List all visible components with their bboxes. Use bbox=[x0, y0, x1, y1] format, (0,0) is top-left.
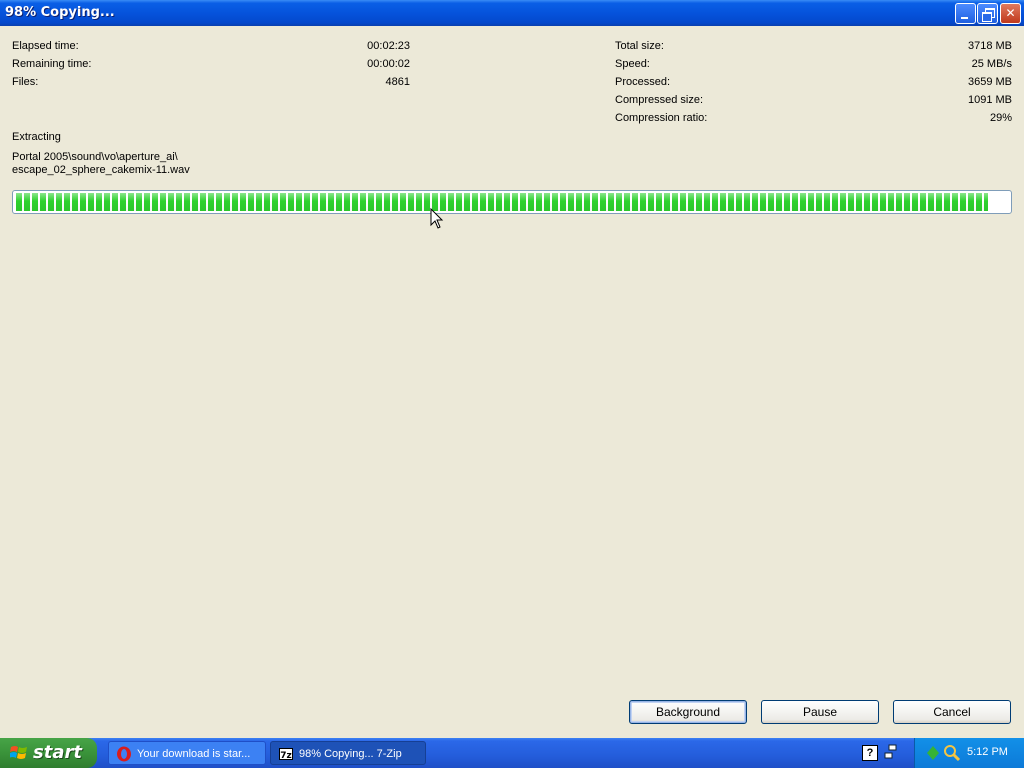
progress-fill bbox=[16, 193, 989, 211]
opera-icon bbox=[117, 746, 131, 762]
taskbar-item-opera[interactable]: Your download is star... bbox=[108, 741, 266, 765]
window-title: 98% Copying... bbox=[5, 5, 115, 20]
stat-value: 00:02:23 bbox=[367, 40, 410, 52]
close-button[interactable]: ✕ bbox=[1000, 3, 1021, 24]
current-path-dir: Portal 2005\sound\vo\aperture_ai\ bbox=[12, 151, 178, 163]
stat-compressed-size: Compressed size: 1091 MB bbox=[615, 93, 1012, 107]
background-button[interactable]: Background bbox=[629, 700, 747, 724]
stat-elapsed-time: Elapsed time: 00:02:23 bbox=[12, 39, 410, 53]
taskbar-item-label: Your download is star... bbox=[137, 748, 251, 760]
stat-total-size: Total size: 3718 MB bbox=[615, 39, 1012, 53]
stat-label: Elapsed time: bbox=[12, 40, 79, 52]
taskbar-item-7zip[interactable]: 7z 98% Copying... 7-Zip bbox=[270, 741, 426, 765]
stat-compression-ratio: Compression ratio: 29% bbox=[615, 111, 1012, 125]
title-bar[interactable]: 98% Copying... ✕ bbox=[0, 0, 1024, 26]
stat-value: 00:00:02 bbox=[367, 58, 410, 70]
taskbar-item-label: 98% Copying... 7-Zip bbox=[299, 748, 402, 760]
taskbar: start Your download is star... 7z 98% Co… bbox=[0, 738, 1024, 768]
system-tray: 5:12 PM bbox=[914, 738, 1024, 768]
help-icon[interactable]: ? bbox=[862, 745, 878, 761]
stat-value: 4861 bbox=[385, 76, 410, 88]
stat-value: 3659 MB bbox=[967, 76, 1012, 88]
stat-label: Processed: bbox=[615, 76, 671, 88]
stat-speed: Speed: 25 MB/s bbox=[615, 57, 1012, 71]
stat-remaining-time: Remaining time: 00:00:02 bbox=[12, 57, 410, 71]
stat-label: Total size: bbox=[615, 40, 664, 52]
tray-app-icon[interactable] bbox=[925, 744, 941, 762]
svg-text:7z: 7z bbox=[280, 751, 292, 761]
minimize-icon bbox=[961, 17, 968, 19]
stat-value: 3718 MB bbox=[967, 40, 1012, 52]
start-button[interactable]: start bbox=[0, 738, 97, 768]
7zip-icon: 7z bbox=[279, 748, 293, 761]
network-icon[interactable] bbox=[884, 744, 898, 762]
stat-value: 29% bbox=[989, 112, 1012, 124]
close-icon: ✕ bbox=[1005, 6, 1016, 20]
stat-label: Speed: bbox=[615, 58, 650, 70]
mouse-cursor-icon bbox=[430, 208, 444, 229]
stat-label: Compressed size: bbox=[615, 94, 704, 106]
operation-label: Extracting bbox=[12, 131, 61, 143]
current-path-file: escape_02_sphere_cakemix-11.wav bbox=[12, 164, 190, 176]
windows-flag-icon bbox=[10, 746, 27, 759]
stat-label: Files: bbox=[12, 76, 39, 88]
cancel-button[interactable]: Cancel bbox=[893, 700, 1011, 724]
progress-bar bbox=[12, 190, 1012, 214]
taskbar-clock: 5:12 PM bbox=[967, 746, 1008, 758]
stat-label: Remaining time: bbox=[12, 58, 92, 70]
search-icon[interactable] bbox=[943, 744, 961, 762]
stat-value: 1091 MB bbox=[967, 94, 1012, 106]
stat-label: Compression ratio: bbox=[615, 112, 708, 124]
stat-value: 25 MB/s bbox=[971, 58, 1012, 70]
stat-processed: Processed: 3659 MB bbox=[615, 75, 1012, 89]
minimize-button[interactable] bbox=[955, 3, 976, 24]
restore-button[interactable] bbox=[977, 3, 998, 24]
start-label: start bbox=[33, 742, 82, 763]
stat-files: Files: 4861 bbox=[12, 75, 410, 89]
pause-button[interactable]: Pause bbox=[761, 700, 879, 724]
